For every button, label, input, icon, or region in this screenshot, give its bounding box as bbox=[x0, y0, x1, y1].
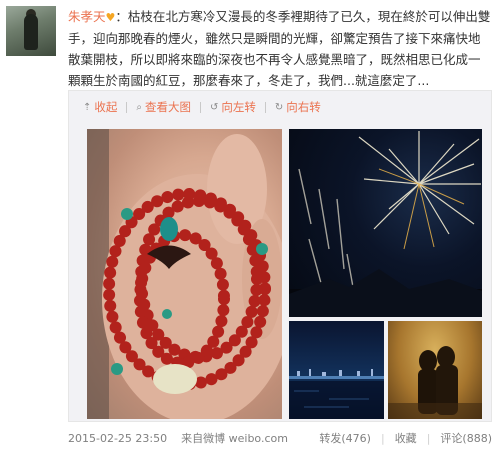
toolbar-divider bbox=[126, 101, 128, 113]
rotate-right-icon: ↻ bbox=[274, 101, 284, 113]
collapse-icon: ⇡ bbox=[83, 101, 92, 113]
night-harbor-photo[interactable] bbox=[289, 321, 384, 419]
verified-badge-icon: ♥ bbox=[105, 11, 116, 24]
post-datetime-link[interactable]: 2015-02-25 23:50 bbox=[68, 432, 167, 445]
toolbar-divider bbox=[264, 101, 266, 113]
author-name-link[interactable]: 朱孝天 bbox=[68, 9, 106, 24]
post-text: 朱孝天♥：枯枝在北方寒冷又漫長的冬季裡期待了已久，現在終於可以伸出雙手，迎向那晚… bbox=[68, 6, 492, 91]
collapse-button[interactable]: ⇡ 收起 bbox=[83, 99, 117, 115]
post-body: ：枯枝在北方寒冷又漫長的冬季裡期待了已久，現在終於可以伸出雙手，迎向那晚春的煙火… bbox=[68, 9, 491, 88]
view-large-button[interactable]: ⌕ 查看大图 bbox=[136, 99, 191, 115]
post-source-link[interactable]: 来自微博 weibo.com bbox=[181, 430, 288, 446]
rotate-left-icon: ↺ bbox=[210, 101, 219, 113]
action-divider: | bbox=[426, 431, 431, 445]
view-large-label: 查看大图 bbox=[145, 100, 191, 114]
favorite-button[interactable]: 收藏 bbox=[395, 430, 417, 446]
action-divider: | bbox=[380, 431, 385, 445]
rotate-right-label: 向右转 bbox=[286, 100, 321, 114]
rotate-right-button[interactable]: ↻ 向右转 bbox=[275, 99, 321, 115]
avatar-figure-body bbox=[24, 14, 38, 50]
toolbar-divider bbox=[200, 101, 201, 113]
couple-silhouette-photo[interactable] bbox=[388, 321, 482, 419]
comment-button[interactable]: 评论(888) bbox=[440, 430, 492, 446]
avatar[interactable] bbox=[6, 6, 56, 56]
repost-button[interactable]: 转发(476) bbox=[319, 430, 371, 446]
magnifier-icon: ⌕ bbox=[136, 101, 142, 113]
collapse-label: 收起 bbox=[94, 100, 118, 114]
red-bead-bracelet-photo[interactable] bbox=[87, 129, 282, 419]
rotate-left-label: 向左转 bbox=[221, 100, 256, 114]
post-actions: 转发(476) | 收藏 | 评论(888) bbox=[319, 430, 492, 446]
media-toolbar: ⇡ 收起 ⌕ 查看大图 ↺ 向左转 ↻ 向右转 bbox=[83, 97, 321, 117]
media-box: ⇡ 收起 ⌕ 查看大图 ↺ 向左转 ↻ 向右转 bbox=[68, 90, 492, 422]
post-footer: 2015-02-25 23:50 来自微博 weibo.com 转发(476) … bbox=[68, 428, 492, 448]
fireworks-photo[interactable] bbox=[289, 129, 482, 317]
rotate-left-button[interactable]: ↺ 向左转 bbox=[210, 99, 256, 115]
